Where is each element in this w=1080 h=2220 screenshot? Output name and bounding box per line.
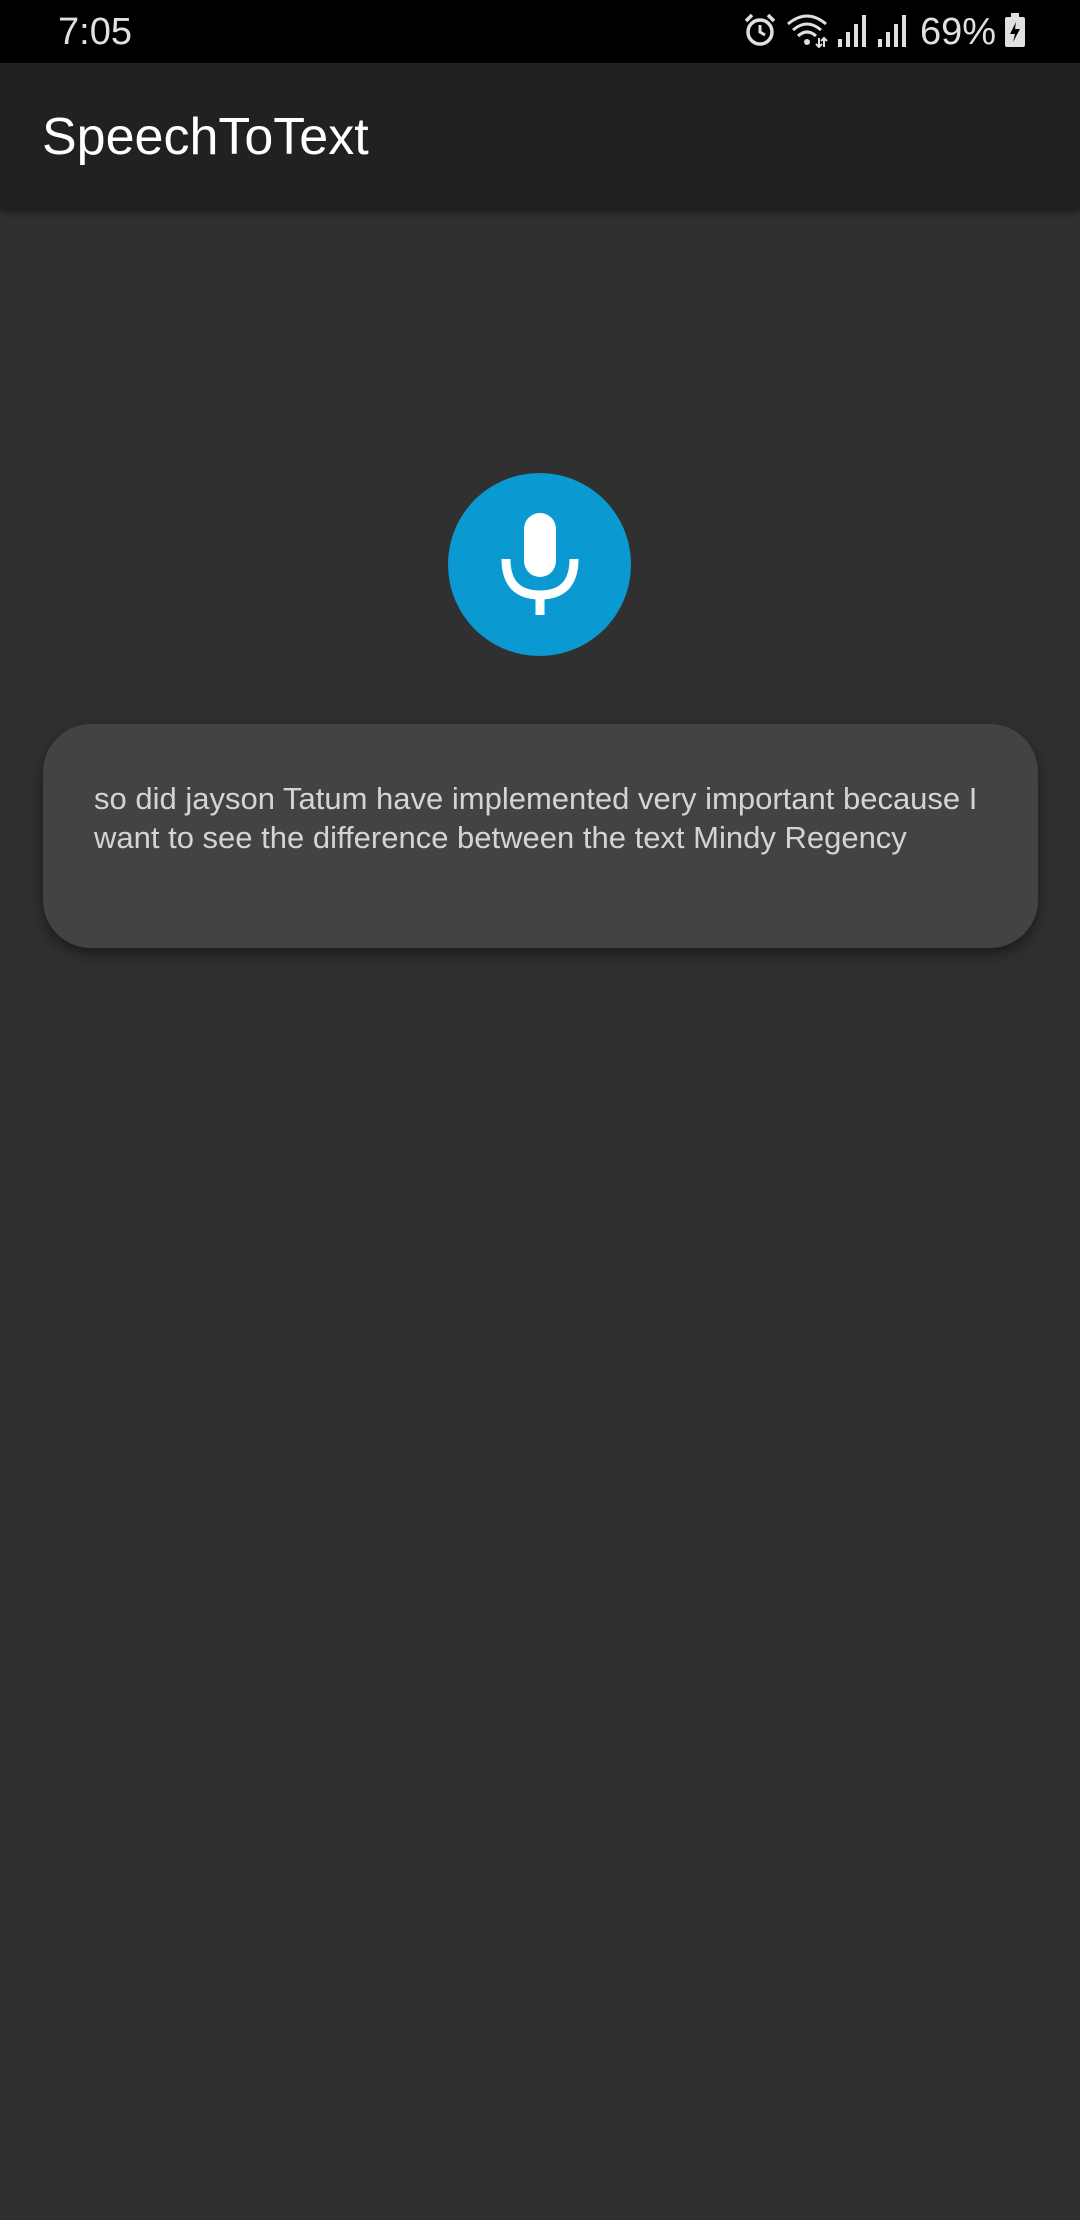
battery-percent: 69%	[919, 10, 996, 53]
status-bar: 7:05 69%	[0, 0, 1080, 63]
mic-button[interactable]	[448, 473, 631, 656]
signal-icon	[876, 13, 908, 52]
wifi-icon	[786, 12, 828, 53]
signal-icon	[836, 13, 868, 52]
app-title: SpeechToText	[42, 108, 369, 166]
alarm-icon	[742, 12, 778, 53]
transcript-text: so did jayson Tatum have implemented ver…	[94, 781, 978, 855]
battery-charging-icon	[1004, 12, 1026, 52]
transcript-card: so did jayson Tatum have implemented ver…	[43, 724, 1038, 948]
status-time: 7:05	[58, 11, 132, 53]
status-icons: 69%	[734, 10, 1026, 54]
microphone-icon	[500, 507, 580, 622]
app-bar: SpeechToText	[0, 63, 1080, 210]
